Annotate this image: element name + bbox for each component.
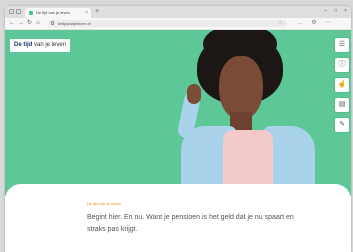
logo-bold-text: De tijd [14,42,33,48]
maximize-button[interactable]: □ [334,6,337,17]
new-tab-button[interactable]: + [95,7,99,17]
reload-button[interactable]: ↻ [27,18,32,29]
close-window-button[interactable]: × [344,6,347,17]
tab-list-icon[interactable] [16,9,21,14]
more-menu-icon[interactable]: ⋯ [325,20,331,26]
minimize-button[interactable]: – [324,6,327,17]
hero-banner: De tijd van je leven ☰ ⓘ ☝ ▤ ✎ [5,30,351,200]
site-logo[interactable]: De tijd van je leven [10,39,71,52]
forward-button[interactable]: → [18,18,24,29]
menu-icon[interactable]: ☰ [335,38,349,52]
favicon-icon [29,11,33,15]
tab-close-icon[interactable]: × [85,8,88,18]
tab-strip: De tijd van je leven × + – □ × [5,6,351,18]
browser-window: De tijd van je leven × + – □ × ← → ↻ ⌂ d… [5,6,351,252]
web-page: De tijd van je leven ☰ ⓘ ☝ ▤ ✎ De tijd v… [5,30,351,252]
tab-title: De tijd van je leven [36,10,70,15]
floating-sidebar: ☰ ⓘ ☝ ▤ ✎ [335,38,351,138]
section-kicker: De tijd van je leven [87,201,121,206]
address-bar[interactable]: detijdvanjeleven.nl ☆ [47,20,287,27]
bookmark-icon[interactable]: ☆ [279,20,283,27]
browser-toolbar: ← → ↻ ⌂ detijdvanjeleven.nl ☆ … ⚙ ⋯ [5,18,351,30]
intro-text-start: Begint hier. En nu. Want je [87,214,172,221]
tab-actions-icon[interactable] [9,9,14,14]
info-icon[interactable]: ⓘ [335,58,349,72]
hero-photo-hand [187,84,201,104]
browser-tab[interactable]: De tijd van je leven × [25,8,91,18]
logo-rest-text: van je leven [32,42,67,48]
edit-icon[interactable]: ✎ [335,118,349,132]
intro-text: Begint hier. En nu. Want je pensioen is … [87,212,297,236]
settings-icon[interactable]: ⚙ [311,20,317,26]
print-icon[interactable]: ▤ [335,98,349,112]
hero-photo-face [219,56,263,120]
toolbar-extension-icon[interactable]: … [297,20,303,26]
intro-card: De tijd van je leven Begint hier. En nu.… [5,184,351,252]
url-text: detijdvanjeleven.nl [58,21,91,26]
home-button[interactable]: ⌂ [36,18,40,29]
pension-link[interactable]: pensioen [172,214,200,221]
hand-icon[interactable]: ☝ [335,78,349,92]
back-button[interactable]: ← [9,18,15,29]
lock-icon [51,21,54,25]
